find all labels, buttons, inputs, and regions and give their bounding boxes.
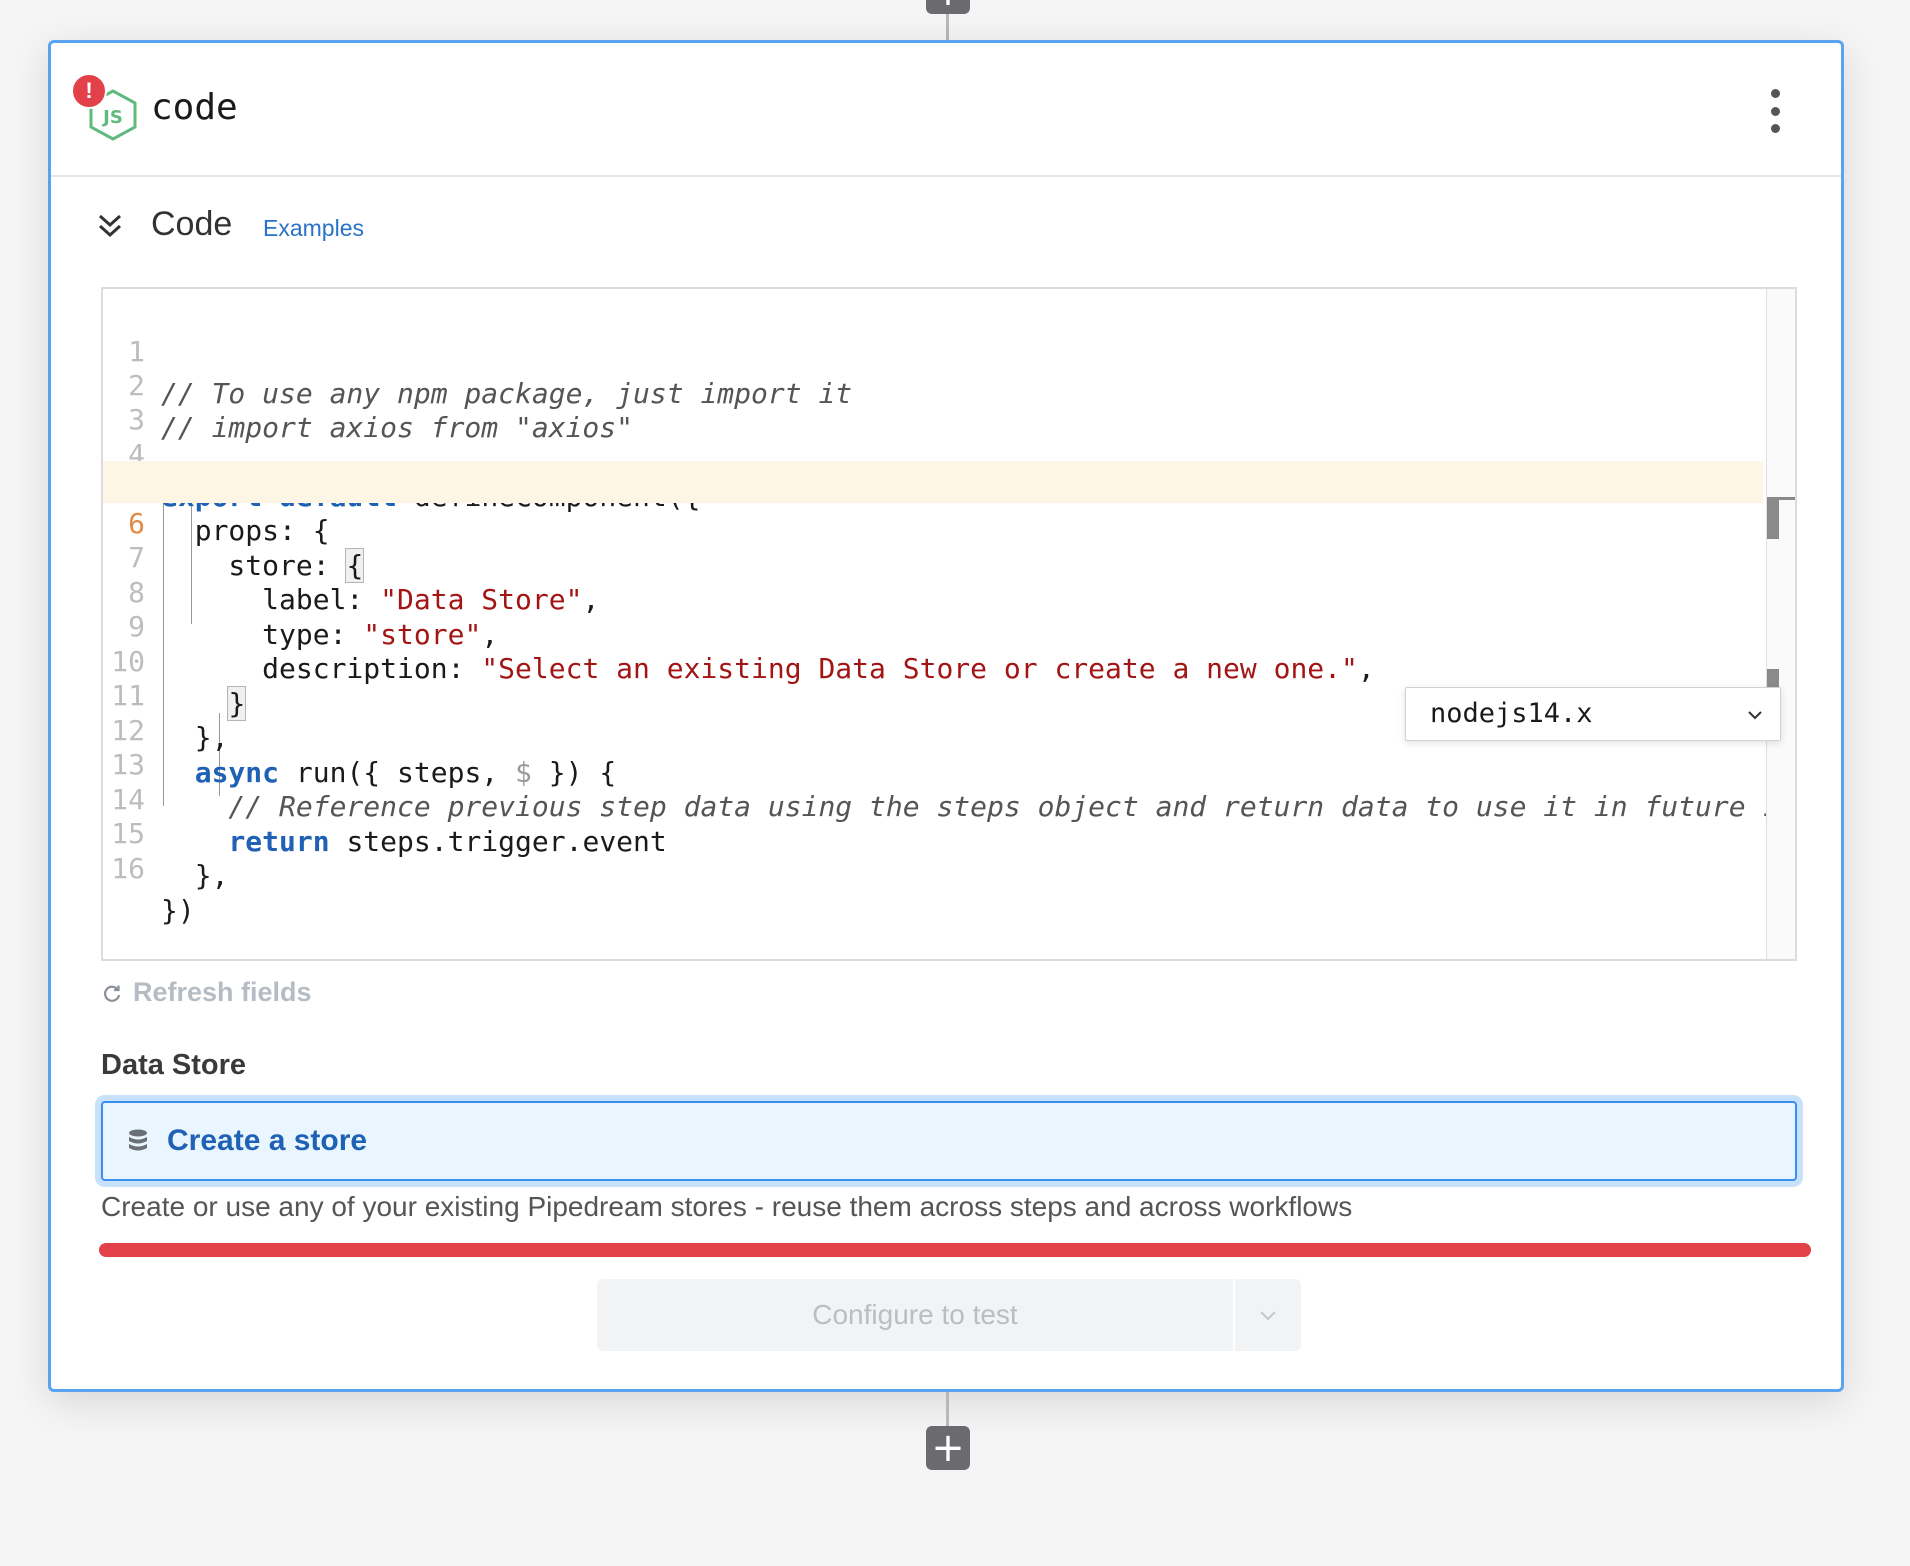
add-step-button-top[interactable]: +: [926, 0, 970, 14]
kebab-menu-icon[interactable]: [1767, 89, 1783, 133]
data-store-label: Data Store: [101, 1049, 247, 1081]
editor-scrollbar[interactable]: [1766, 289, 1795, 959]
examples-link[interactable]: Examples: [263, 215, 364, 242]
refresh-label: Refresh fields: [133, 977, 312, 1007]
step-card: JS ! code Code Examples 1 // To use any …: [48, 40, 1844, 1392]
add-step-button-bottom[interactable]: +: [926, 1426, 970, 1470]
database-icon: [129, 1129, 147, 1151]
line-number: 16: [111, 852, 145, 885]
section-title: Code: [151, 205, 233, 243]
step-title[interactable]: code: [151, 87, 238, 128]
data-store-help: Create or use any of your existing Piped…: [101, 1191, 1353, 1222]
code-line: 16 }): [103, 806, 1763, 927]
configure-test-button[interactable]: Configure to test: [597, 1279, 1235, 1351]
step-header: JS ! code: [51, 43, 1841, 177]
chevron-down-icon: [1748, 711, 1762, 720]
code-editor[interactable]: 1 // To use any npm package, just import…: [101, 287, 1797, 961]
create-store-label: Create a store: [167, 1124, 368, 1157]
scroll-marker: [1767, 499, 1779, 539]
runtime-value: nodejs14.x: [1430, 698, 1593, 729]
runtime-select[interactable]: nodejs14.x: [1405, 687, 1781, 741]
chevron-double-down-icon[interactable]: [95, 211, 125, 241]
error-indicator-bar: [99, 1243, 1811, 1257]
chevron-down-icon: [1260, 1311, 1276, 1321]
refresh-icon: [104, 985, 121, 1002]
svg-text:JS: JS: [101, 107, 123, 128]
test-options-button[interactable]: [1235, 1279, 1301, 1351]
create-store-button[interactable]: Create a store: [101, 1101, 1797, 1181]
plus-icon: +: [931, 0, 965, 12]
refresh-fields-button[interactable]: Refresh fields: [101, 977, 312, 1008]
configure-test-button-group: Configure to test: [597, 1279, 1301, 1351]
plus-icon: +: [931, 1425, 965, 1471]
error-icon: !: [71, 73, 107, 109]
code-text: }): [161, 894, 195, 927]
connector-line-bottom: [946, 1392, 949, 1428]
